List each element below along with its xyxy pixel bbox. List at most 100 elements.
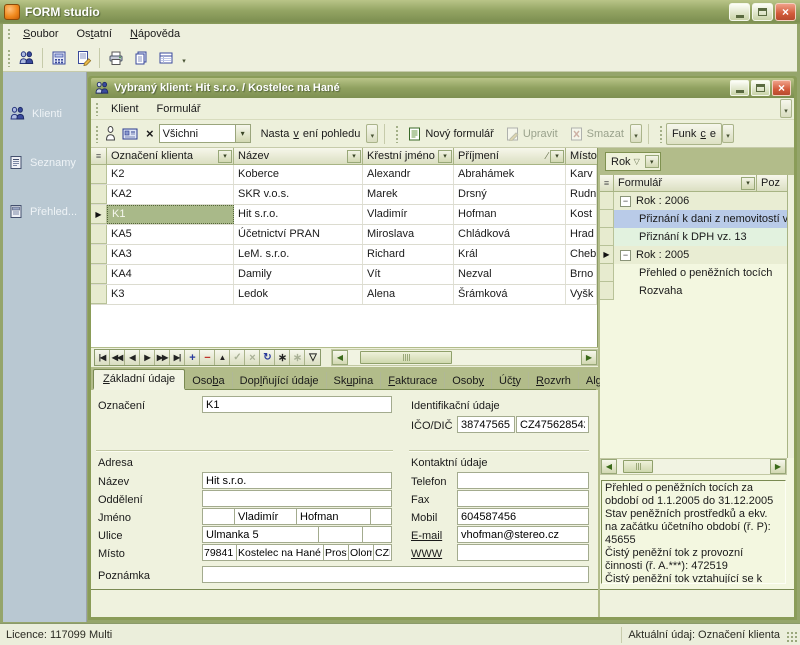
prijmeni-field[interactable] [296,508,371,525]
scroll-right-icon[interactable]: ▶ [770,459,786,474]
psc-field[interactable] [202,544,237,561]
poznamka-field[interactable] [202,566,589,583]
client-row[interactable]: KA5 Účetnictví PRAN Miroslava Chládková … [91,225,597,245]
client-row[interactable]: K2 Koberce Alexandr Abrahámek Karv [91,165,597,185]
scroll-left-icon[interactable]: ◀ [601,459,617,474]
column-header-misto[interactable]: Místo [566,148,597,164]
tab-rozvrh[interactable]: Rozvrh [528,372,578,389]
toolbar-grip[interactable] [6,27,11,41]
nazev-field[interactable] [202,472,392,489]
filter-combo[interactable]: Všichni ▾ [159,124,251,143]
scroll-left-icon[interactable]: ◀ [332,350,348,365]
tab-osoby[interactable]: Osoby [444,372,491,389]
nav-next-button[interactable]: ▶ [140,350,155,365]
toolbar-overflow-chevron[interactable]: ▾ [630,124,642,143]
column-filter-dropdown[interactable]: ▾ [218,150,232,163]
nav-filter-button[interactable]: ▽ [305,350,320,365]
column-header-poznamka[interactable]: Poz [757,175,787,191]
cislo-orientacni-field[interactable] [362,526,392,543]
nav-goto-bookmark-button[interactable]: ∗ [290,350,305,365]
view-settings-button[interactable]: Nastavení pohledu [255,123,367,145]
person-filter-button[interactable] [102,123,119,145]
titul-za-field[interactable] [370,508,392,525]
scrollbar-thumb[interactable] [623,460,653,473]
nav-set-bookmark-button[interactable]: ∗ [275,350,290,365]
toolbar-overflow-chevron[interactable]: ▾ [366,124,378,143]
column-header-oznaceni[interactable]: Označení klienta ▾ [107,148,234,164]
print-button[interactable] [103,46,128,69]
menu-overflow-chevron[interactable]: ▾ [780,99,792,118]
nav-prior-page-button[interactable]: ◀◀ [110,350,125,365]
tab-osoba[interactable]: Osoba [185,372,231,389]
oznaceni-field[interactable] [202,396,392,413]
grid-properties-icon[interactable]: ≡ [91,148,107,164]
nav-first-button[interactable]: |◀ [95,350,110,365]
toolbar-grip[interactable] [658,124,663,143]
dic-field[interactable] [516,416,589,433]
titul-field[interactable] [202,508,235,525]
www-link-label[interactable]: WWW [411,548,442,560]
collapse-icon[interactable]: − [620,250,631,261]
toolbar-overflow-chevron[interactable]: ▾ [722,124,734,143]
edit-button[interactable]: Upravit [500,123,564,145]
tab-doplnujici-udaje[interactable]: Doplňující údaje [232,372,326,389]
email-link-label[interactable]: E-mail [411,530,442,542]
nav-next-page-button[interactable]: ▶▶ [155,350,170,365]
toolbar-grip[interactable] [94,101,99,116]
company-filter-button[interactable] [119,123,141,145]
clear-filter-button[interactable]: × [141,123,159,145]
toolbar-grip[interactable] [394,124,399,143]
client-row[interactable]: KA3 LeM. s.r.o. Richard Král Cheb [91,245,597,265]
client-row-selected[interactable]: ▶ K1 Hit s.r.o. Vladimír Hofman Kost [91,205,597,225]
sidebar-item-klienti[interactable]: Klienti [3,100,86,127]
sidebar-item-seznamy[interactable]: Seznamy [3,149,86,176]
tab-skupina[interactable]: Skupina [326,372,381,389]
group-dropdown[interactable]: ▾ [645,155,659,168]
copy-button[interactable] [128,46,153,69]
forms-horizontal-scrollbar[interactable]: ◀ ▶ [600,458,787,475]
sidebar-item-prehled[interactable]: Přehled... [3,198,86,225]
scrollbar-thumb[interactable] [360,351,452,364]
scroll-right-icon[interactable]: ▶ [581,350,597,365]
client-row[interactable]: K3 Ledok Alena Šrámková Vyšk [91,285,597,305]
nav-prior-button[interactable]: ◀ [125,350,140,365]
grid-horizontal-scrollbar[interactable]: ◀ ▶ [331,349,598,366]
telefon-field[interactable] [457,472,589,489]
tab-ucty[interactable]: Účty [491,372,528,389]
toolbar-grip[interactable] [94,124,99,143]
close-button[interactable]: × [772,80,791,96]
tab-fakturace[interactable]: Fakturace [380,372,444,389]
menu-ostatni[interactable]: Ostatní [67,25,120,43]
column-header-prijmeni[interactable]: Příjmení ∕ ▾ [454,148,566,164]
group-by-rok[interactable]: Rok ▽ ▾ [605,152,661,171]
column-filter-dropdown[interactable]: ▾ [550,150,564,163]
column-header-nazev[interactable]: Název ▾ [234,148,363,164]
okres-field[interactable] [323,544,349,561]
client-row[interactable]: KA4 Damily Vít Nezval Brno [91,265,597,285]
form-group-row[interactable]: − Rok : 2006 [600,192,787,210]
column-filter-dropdown[interactable]: ▾ [438,150,452,163]
resize-grip[interactable] [786,631,798,643]
functions-button[interactable]: Funkce [666,123,722,145]
nav-last-button[interactable]: ▶| [170,350,185,365]
form-row[interactable]: Rozvaha [600,282,787,300]
chevron-down-icon[interactable]: ▾ [235,125,250,142]
fax-field[interactable] [457,490,589,507]
calculator-button[interactable] [46,46,71,69]
minimize-button[interactable] [730,80,749,96]
column-header-krestni-jmeno[interactable]: Křestní jméno ▾ [363,148,454,164]
menu-napoveda[interactable]: Nápověda [121,25,189,43]
form-row[interactable]: Přehled o peněžních tocích [600,264,787,282]
nav-post-button[interactable]: ✓ [230,350,245,365]
misto-field[interactable] [236,544,324,561]
nav-delete-button[interactable]: − [200,350,215,365]
kraj-field[interactable] [348,544,374,561]
jmeno-field[interactable] [234,508,297,525]
maximize-button[interactable] [751,80,770,96]
ulice-field[interactable] [202,526,319,543]
form-group-row[interactable]: ▶ − Rok : 2005 [600,246,787,264]
ico-field[interactable] [457,416,515,433]
mobil-field[interactable] [457,508,589,525]
cislo-popisne-field[interactable] [318,526,363,543]
nav-refresh-button[interactable]: ↻ [260,350,275,365]
